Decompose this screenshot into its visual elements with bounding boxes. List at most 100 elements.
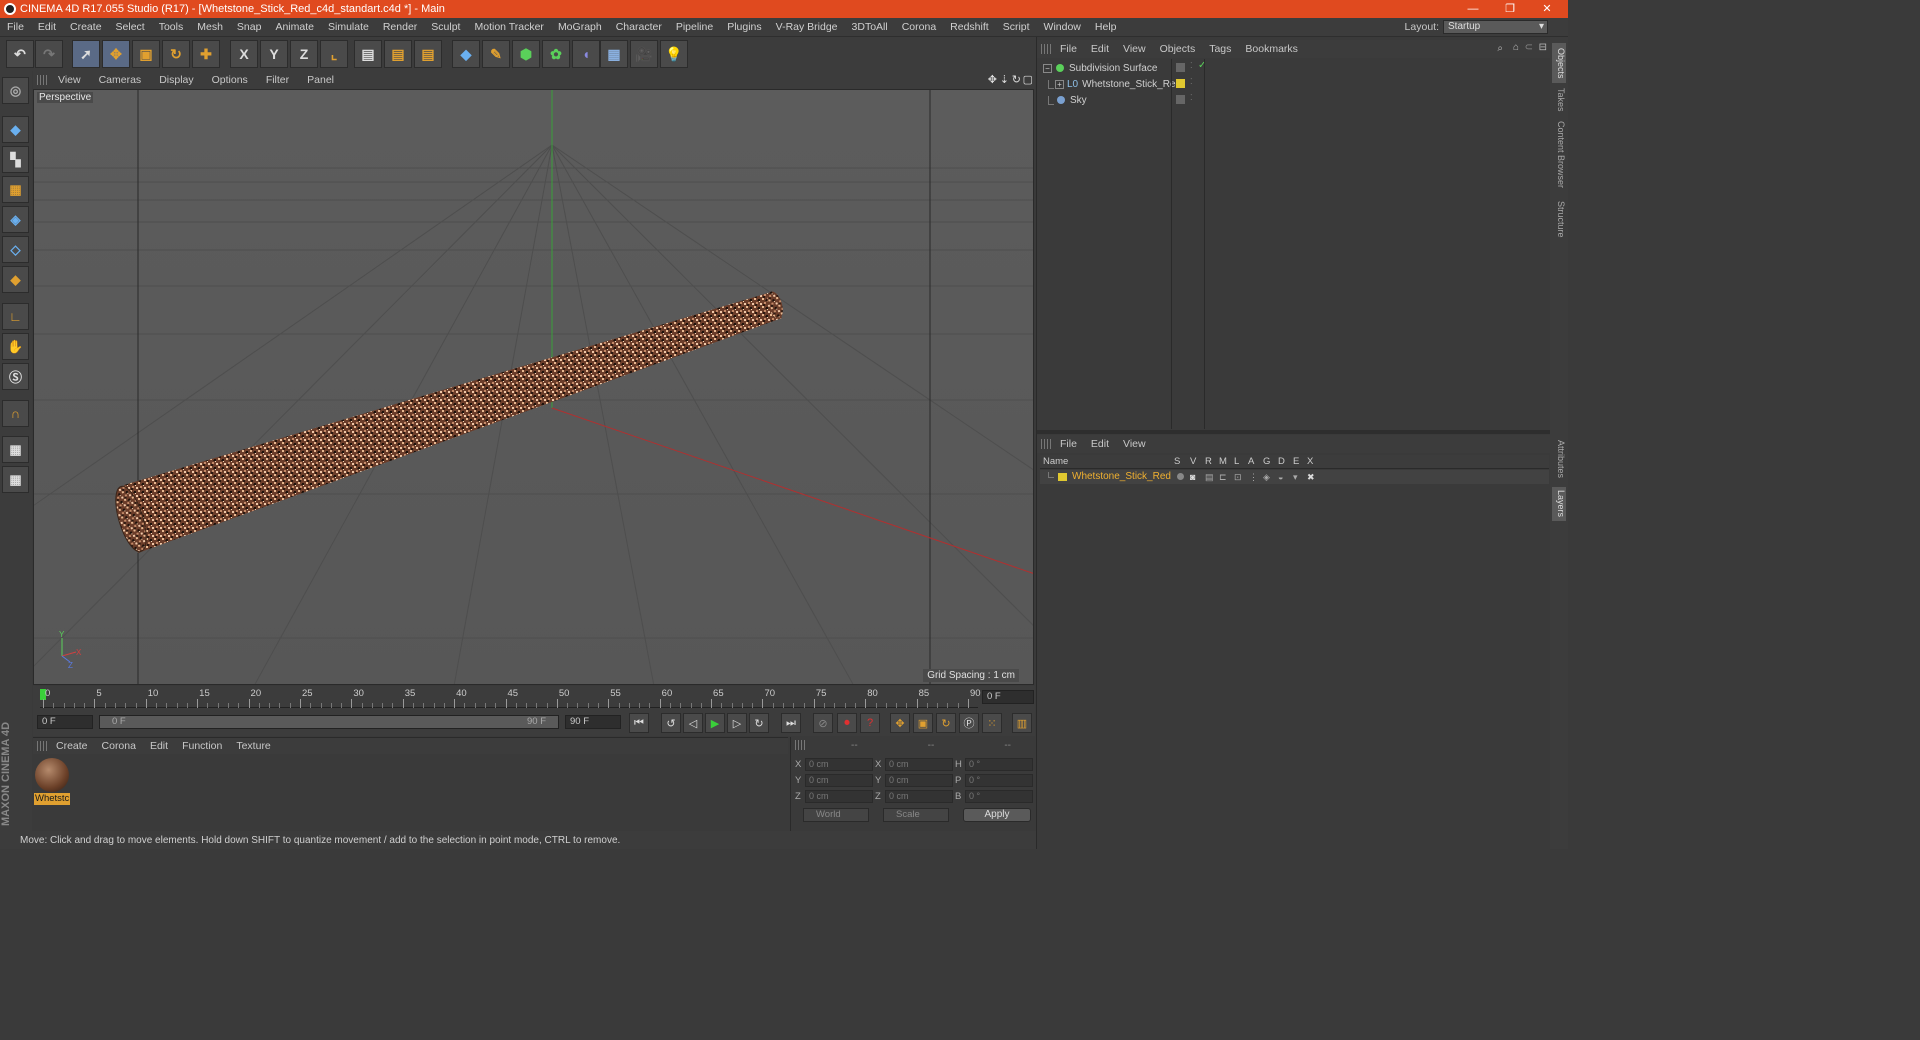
previous-key-button[interactable]: ↺ bbox=[661, 713, 681, 733]
tab-objects[interactable]: Objects bbox=[1552, 43, 1566, 83]
visibility-dots-icon[interactable]: ⁚ bbox=[1190, 93, 1193, 102]
restore-button[interactable]: ❐ bbox=[1493, 0, 1527, 18]
search-icon[interactable]: ⌕ bbox=[1497, 43, 1503, 54]
texture-mode-button[interactable]: ▚ bbox=[2, 146, 29, 173]
menu-animate[interactable]: Animate bbox=[268, 21, 321, 33]
view-toggle-icon[interactable]: ◙ bbox=[1190, 472, 1195, 482]
axis-mode-button[interactable]: ∟ bbox=[2, 303, 29, 330]
scale-tool-button[interactable]: ▣ bbox=[132, 40, 160, 68]
camera-button[interactable]: 🎥 bbox=[630, 40, 658, 68]
generator-toggle-icon[interactable]: ◈ bbox=[1263, 472, 1270, 483]
menu-redshift[interactable]: Redshift bbox=[943, 21, 996, 33]
menu-mesh[interactable]: Mesh bbox=[190, 21, 230, 33]
floor-button[interactable]: ▦ bbox=[600, 40, 628, 68]
menu-create[interactable]: Create bbox=[63, 21, 109, 33]
next-key-button[interactable]: ↻ bbox=[749, 713, 769, 733]
object-menu-file[interactable]: File bbox=[1053, 43, 1084, 55]
menu-motion-tracker[interactable]: Motion Tracker bbox=[467, 21, 550, 33]
column-expressions[interactable]: E bbox=[1293, 456, 1299, 467]
size-x-field[interactable]: 0 cm bbox=[885, 758, 953, 771]
object-menu-objects[interactable]: Objects bbox=[1153, 43, 1203, 55]
column-manager[interactable]: M bbox=[1219, 456, 1227, 467]
end-frame-field[interactable]: 90 F bbox=[565, 715, 621, 729]
pos-z-field[interactable]: 0 cm bbox=[805, 790, 873, 803]
menu-simulate[interactable]: Simulate bbox=[321, 21, 376, 33]
minimize-button[interactable]: — bbox=[1456, 0, 1490, 18]
transform-mode-dropdown[interactable]: Scale bbox=[883, 808, 949, 822]
menu-sculpt[interactable]: Sculpt bbox=[424, 21, 467, 33]
recent-tools-button[interactable]: ✚ bbox=[192, 40, 220, 68]
magnet-button[interactable]: ∩ bbox=[2, 400, 29, 427]
column-render[interactable]: R bbox=[1205, 456, 1212, 467]
size-y-field[interactable]: 0 cm bbox=[885, 774, 953, 787]
viewport-menu-view[interactable]: View bbox=[49, 74, 90, 86]
menu-3dtoall[interactable]: 3DToAll bbox=[845, 21, 895, 33]
enabled-check-icon[interactable]: ✓ bbox=[1198, 60, 1206, 71]
column-deformers[interactable]: D bbox=[1278, 456, 1285, 467]
collapse-icon[interactable]: − bbox=[1043, 63, 1052, 73]
mograph-cloner-button[interactable]: ✿ bbox=[542, 40, 570, 68]
menu-tools[interactable]: Tools bbox=[152, 21, 191, 33]
material-menu-function[interactable]: Function bbox=[175, 740, 229, 752]
redo-button[interactable]: ↷ bbox=[35, 40, 63, 68]
pen-spline-button[interactable]: ✎ bbox=[482, 40, 510, 68]
layer-menu-view[interactable]: View bbox=[1116, 438, 1153, 450]
menu-mograph[interactable]: MoGraph bbox=[551, 21, 609, 33]
z-axis-lock-button[interactable]: Z bbox=[290, 40, 318, 68]
visibility-dots-icon[interactable]: ⁚ bbox=[1190, 77, 1193, 86]
object-menu-bookmarks[interactable]: Bookmarks bbox=[1238, 43, 1305, 55]
menu-corona[interactable]: Corona bbox=[895, 21, 943, 33]
home-icon[interactable]: ⌂ bbox=[1513, 42, 1519, 53]
rot-h-field[interactable]: 0 ° bbox=[965, 758, 1033, 771]
visibility-editor-icon[interactable] bbox=[1176, 79, 1185, 88]
coordinate-system-button[interactable]: ⌞ bbox=[320, 40, 348, 68]
deformer-button[interactable]: ◖ bbox=[572, 40, 600, 68]
perspective-viewport[interactable]: Y X Z Perspective Grid Spacing : 1 cm bbox=[33, 89, 1034, 685]
tab-structure[interactable]: Structure bbox=[1552, 197, 1566, 241]
key-scale-button[interactable]: ▣ bbox=[913, 713, 933, 733]
layout-dropdown[interactable]: Startup ▾ bbox=[1443, 20, 1548, 34]
render-picture-viewer-button[interactable]: ▤ bbox=[384, 40, 412, 68]
timeline[interactable]: 0 5 10 15 20 25 30 35 40 45 50 55 60 65 70 75 80 85 90 0 F bbox=[33, 686, 1035, 712]
render-settings-button[interactable]: ▤ bbox=[414, 40, 442, 68]
tab-takes[interactable]: Takes bbox=[1552, 87, 1566, 113]
viewport-dolly-icon[interactable]: ⇣ bbox=[1000, 73, 1009, 86]
play-button[interactable]: ▶ bbox=[705, 713, 725, 733]
visibility-editor-icon[interactable] bbox=[1176, 95, 1185, 104]
expand-icon[interactable]: ⊟ bbox=[1539, 42, 1547, 53]
layer-color-swatch[interactable] bbox=[1058, 473, 1067, 481]
column-xref[interactable]: X bbox=[1307, 456, 1313, 467]
next-frame-button[interactable]: ▷ bbox=[727, 713, 747, 733]
record-button[interactable]: ⏺ bbox=[837, 713, 857, 733]
locked-workplane-button[interactable]: ▦ bbox=[2, 436, 29, 463]
visibility-editor-icon[interactable] bbox=[1176, 63, 1185, 72]
go-to-start-button[interactable]: ⏮ bbox=[629, 713, 649, 733]
light-button[interactable]: 💡 bbox=[660, 40, 688, 68]
column-name[interactable]: Name bbox=[1043, 456, 1068, 467]
pos-x-field[interactable]: 0 cm bbox=[805, 758, 873, 771]
object-menu-view[interactable]: View bbox=[1116, 43, 1153, 55]
subdivision-button[interactable]: ⬢ bbox=[512, 40, 540, 68]
animation-toggle-icon[interactable]: ⋮ bbox=[1249, 472, 1258, 483]
tab-content-browser[interactable]: Content Browser bbox=[1552, 119, 1566, 191]
viewport-menu-panel[interactable]: Panel bbox=[298, 74, 343, 86]
preview-range-slider[interactable]: 0 F 90 F bbox=[99, 715, 559, 729]
menu-file[interactable]: File bbox=[0, 21, 31, 33]
tab-attributes[interactable]: Attributes bbox=[1552, 435, 1566, 483]
make-editable-button[interactable]: ◎ bbox=[2, 77, 29, 104]
menu-script[interactable]: Script bbox=[996, 21, 1037, 33]
manager-toggle-icon[interactable]: ⊏ bbox=[1219, 472, 1227, 483]
tweak-mode-button[interactable]: ✋ bbox=[2, 333, 29, 360]
panel-splitter[interactable] bbox=[1037, 430, 1551, 434]
go-to-end-button[interactable]: ⏭ bbox=[781, 713, 801, 733]
start-frame-field[interactable]: 0 F bbox=[37, 715, 93, 729]
coordinate-mode-dropdown[interactable]: World bbox=[803, 808, 869, 822]
edges-mode-button[interactable]: ◇ bbox=[2, 236, 29, 263]
menu-plugins[interactable]: Plugins bbox=[720, 21, 768, 33]
render-view-button[interactable]: ▤ bbox=[354, 40, 382, 68]
planar-workplane-button[interactable]: ▦ bbox=[2, 466, 29, 493]
viewport-move-icon[interactable]: ✥ bbox=[988, 73, 997, 86]
solo-toggle-icon[interactable] bbox=[1177, 473, 1184, 480]
menu-window[interactable]: Window bbox=[1037, 21, 1088, 33]
viewport-menu-filter[interactable]: Filter bbox=[257, 74, 298, 86]
